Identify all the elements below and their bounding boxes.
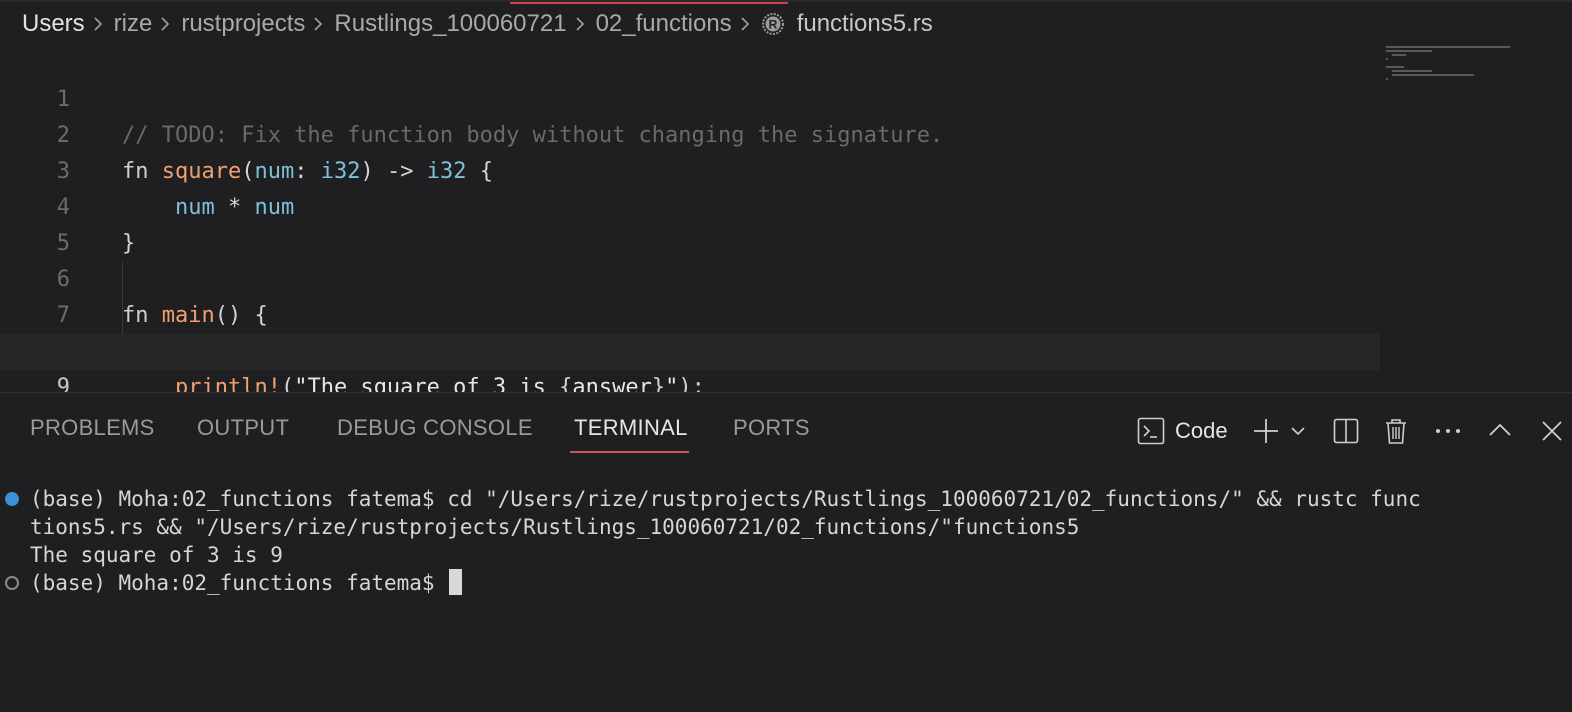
bottom-panel: PROBLEMS OUTPUT DEBUG CONSOLE TERMINAL P…: [0, 392, 1572, 712]
chevron-right-icon: [313, 16, 323, 32]
breadcrumb-item-rustlings[interactable]: Rustlings_100060721: [334, 10, 566, 38]
chevron-up-icon[interactable]: [1488, 415, 1512, 447]
terminal-name: Code: [1175, 418, 1228, 443]
tab-debug-console[interactable]: DEBUG CONSOLE: [337, 415, 533, 441]
more-icon[interactable]: [1434, 415, 1462, 447]
tab-ports[interactable]: PORTS: [733, 415, 810, 441]
terminal-line: tions5.rs && "/Users/rize/rustprojects/R…: [30, 515, 1080, 539]
code-line-4[interactable]: 4 }: [0, 154, 1380, 256]
close-icon[interactable]: [1541, 415, 1563, 447]
code-line-9[interactable]: 9 }: [0, 334, 1380, 436]
code-line-2[interactable]: 2 fn square(num: i32) -> i32 {: [0, 82, 1380, 184]
tab-terminal[interactable]: TERMINAL: [574, 415, 688, 441]
trash-icon[interactable]: [1383, 415, 1409, 447]
terminal-line: The square of 3 is 9: [30, 543, 283, 567]
minimap[interactable]: [1386, 46, 1536, 96]
breadcrumb-item-02-functions[interactable]: 02_functions: [596, 10, 732, 38]
breadcrumb-item-rustprojects[interactable]: rustprojects: [181, 10, 305, 38]
terminal-icon: [1137, 417, 1165, 445]
tab-output[interactable]: OUTPUT: [197, 415, 289, 441]
code-line-6[interactable]: 6 fn main() {: [0, 226, 1380, 328]
breadcrumb-item-users[interactable]: Users: [22, 10, 85, 38]
breadcrumb-item-rize[interactable]: rize: [114, 10, 153, 38]
code-line-8[interactable]: 8 println!("The square of 3 is {answer}"…: [0, 298, 1380, 400]
plus-icon[interactable]: [1252, 415, 1280, 447]
vscode-window: Users rize rustprojects Rustlings_100060…: [0, 0, 1572, 712]
terminal-line: (base) Moha:02_functions fatema$ cd "/Us…: [30, 487, 1421, 511]
terminal-prompt: (base) Moha:02_functions fatema$: [30, 571, 448, 595]
breadcrumb: Users rize rustprojects Rustlings_100060…: [0, 0, 1572, 46]
chevron-right-icon: [160, 16, 170, 32]
code-line-7[interactable]: 7 let answer = square(3);: [0, 262, 1380, 364]
terminal-output[interactable]: (base) Moha:02_functions fatema$ cd "/Us…: [0, 485, 1572, 709]
code-line-3[interactable]: 3 num * num: [0, 118, 1380, 220]
terminal-prompt-line[interactable]: (base) Moha:02_functions fatema$: [30, 569, 463, 597]
split-icon[interactable]: [1333, 415, 1359, 447]
command-success-marker[interactable]: [5, 492, 19, 506]
breadcrumb-item-file[interactable]: functions5.rs: [797, 10, 933, 38]
active-tab-indicator: [510, 2, 788, 4]
terminal-cursor: [449, 569, 463, 595]
chevron-right-icon: [575, 16, 585, 32]
code-line-5[interactable]: 5: [0, 190, 1380, 256]
active-tab-underline: [570, 451, 689, 453]
chevron-down-icon[interactable]: [1290, 415, 1306, 447]
chevron-right-icon: [93, 16, 103, 32]
code-line-1[interactable]: 1 // TODO: Fix the function body without…: [0, 46, 1380, 148]
tab-problems[interactable]: PROBLEMS: [30, 415, 155, 441]
command-pending-marker[interactable]: [5, 576, 19, 590]
terminal-selector[interactable]: Code: [1137, 415, 1228, 447]
code-editor[interactable]: 1 // TODO: Fix the function body without…: [0, 46, 1572, 436]
panel-tabs: PROBLEMS OUTPUT DEBUG CONSOLE TERMINAL P…: [0, 393, 1572, 467]
chevron-right-icon: [740, 16, 750, 32]
rust-icon: R: [761, 12, 785, 36]
svg-text:R: R: [768, 18, 777, 32]
